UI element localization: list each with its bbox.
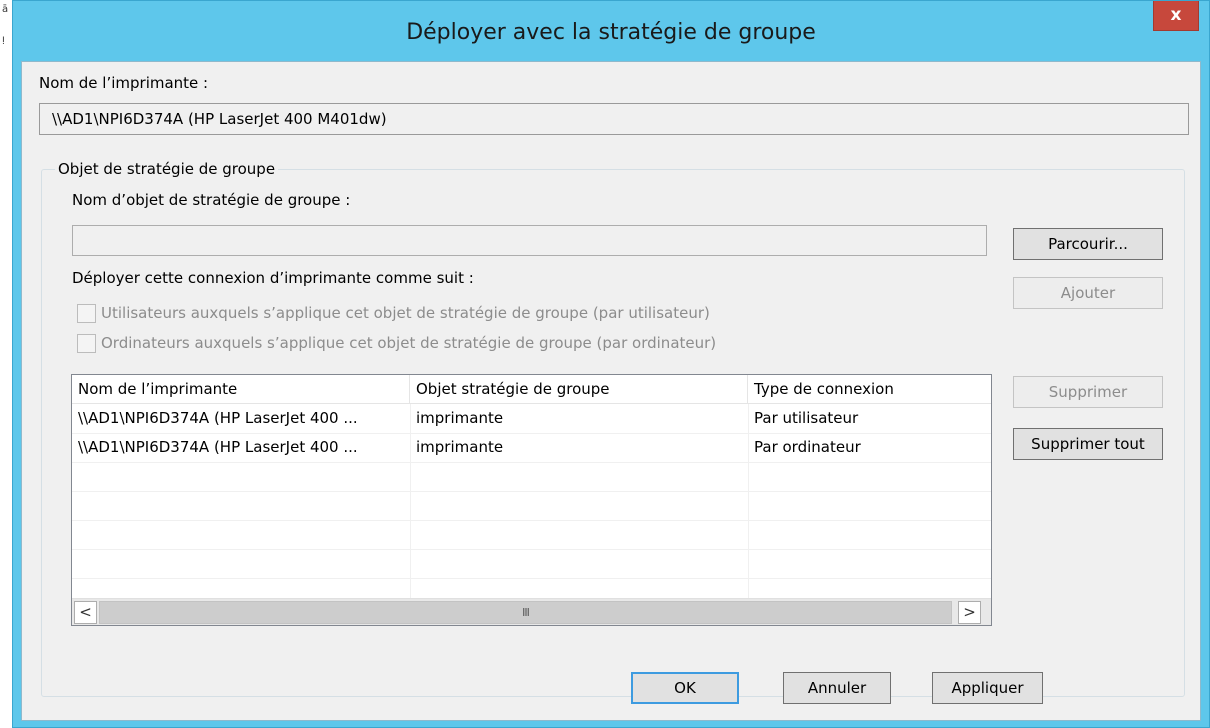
list-row[interactable]: \\AD1\NPI6D374A (HP LaserJet 400 ... imp… [72,433,991,462]
add-button[interactable]: Ajouter [1013,277,1163,309]
cell-gpo: imprimante [416,409,504,427]
close-button[interactable]: x [1153,1,1199,31]
cell-printer-name: \\AD1\NPI6D374A (HP LaserJet 400 ... [78,409,358,427]
column-header-gpo[interactable]: Objet stratégie de groupe [410,375,748,404]
gpo-name-label: Nom d’objet de stratégie de groupe : [72,191,351,209]
deploy-label: Déployer cette connexion d’imprimante co… [72,269,474,287]
cell-connection-type: Par utilisateur [754,409,859,427]
column-header-connection-type[interactable]: Type de connexion [748,375,991,404]
scroll-left-icon[interactable]: < [74,601,97,624]
remove-button[interactable]: Supprimer [1013,376,1163,408]
dialog-window: Déployer avec la stratégie de groupe x N… [12,0,1210,728]
column-header-printer-name[interactable]: Nom de l’imprimante [72,375,410,404]
per-computer-checkbox[interactable] [77,333,96,353]
per-computer-checkbox-label: Ordinateurs auxquels s’applique cet obje… [101,334,717,352]
list-header: Nom de l’imprimante Objet stratégie de g… [72,375,991,404]
cell-gpo: imprimante [416,438,504,456]
per-user-checkbox-row[interactable]: Utilisateurs auxquels s’applique cet obj… [77,301,710,325]
dialog-title: Déployer avec la stratégie de groupe [406,20,816,45]
remove-all-button[interactable]: Supprimer tout [1013,428,1163,460]
per-computer-checkbox-row[interactable]: Ordinateurs auxquels s’applique cet obje… [77,331,716,355]
cell-connection-type: Par ordinateur [754,438,861,456]
browse-button[interactable]: Parcourir... [1013,228,1163,260]
deployed-printers-list[interactable]: Nom de l’imprimante Objet stratégie de g… [71,374,992,626]
cancel-button[interactable]: Annuler [783,672,891,704]
per-user-checkbox[interactable] [77,303,96,323]
gpo-name-field[interactable] [72,225,987,256]
printer-name-field[interactable]: \\AD1\NPI6D374A (HP LaserJet 400 M401dw) [39,103,1189,135]
dialog-body: Nom de l’imprimante : \\AD1\NPI6D374A (H… [21,61,1201,721]
horizontal-scrollbar[interactable]: < III > [72,598,991,625]
list-row[interactable]: \\AD1\NPI6D374A (HP LaserJet 400 ... imp… [72,404,991,433]
per-user-checkbox-label: Utilisateurs auxquels s’applique cet obj… [101,304,710,322]
printer-name-label: Nom de l’imprimante : [39,74,209,92]
scroll-right-icon[interactable]: > [958,601,981,624]
gpo-group-title: Objet de stratégie de groupe [55,159,279,179]
scroll-thumb[interactable]: III [99,601,952,624]
ok-button[interactable]: OK [631,672,739,704]
apply-button[interactable]: Appliquer [932,672,1043,704]
cell-printer-name: \\AD1\NPI6D374A (HP LaserJet 400 ... [78,438,358,456]
